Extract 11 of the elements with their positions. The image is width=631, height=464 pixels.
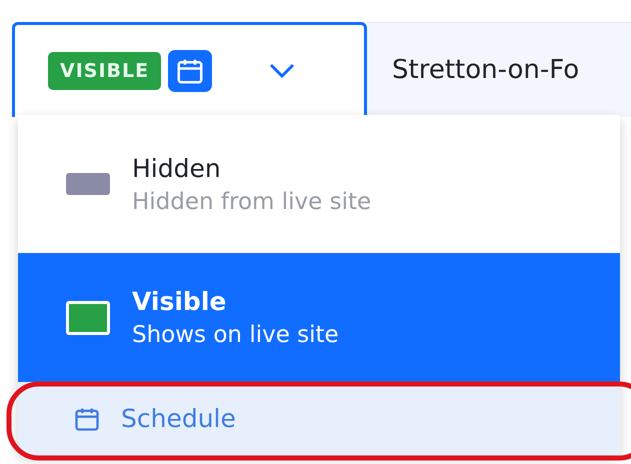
cell-text: Stretton-on-Fo [392,55,580,85]
item-subtitle: Shows on live site [132,322,339,348]
status-dropdown[interactable]: VISIBLE [12,22,367,117]
item-title: Hidden [132,154,222,182]
schedule-menu-item[interactable]: Schedule [18,382,620,455]
menu-item[interactable]: Hidden Hidden from live site [18,115,620,253]
chevron-down-icon [269,63,296,79]
item-title: Visible [132,287,228,316]
item-subtitle: Hidden from live site [132,188,372,214]
visible-badge: VISIBLE [48,52,162,90]
menu-item[interactable]: Visible Shows on live site [18,253,620,382]
